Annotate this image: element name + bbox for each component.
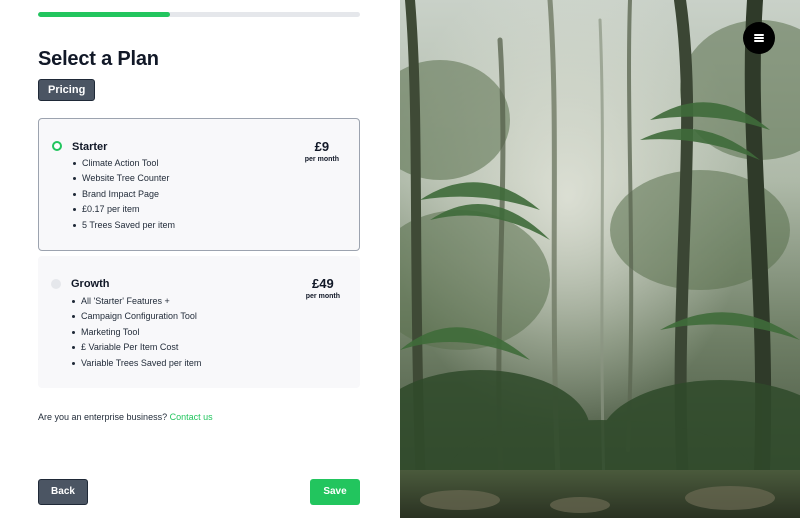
- plan-price: £49 per month: [306, 276, 340, 302]
- enterprise-prompt: Are you an enterprise business? Contact …: [38, 412, 213, 422]
- contact-us-link[interactable]: Contact us: [170, 412, 213, 422]
- feature-item: Variable Trees Saved per item: [72, 356, 201, 371]
- feature-item: £0.17 per item: [73, 202, 175, 217]
- hamburger-menu-icon: [754, 40, 764, 42]
- progress-bar-fill: [38, 12, 171, 17]
- radio-starter-selected-icon[interactable]: [52, 141, 62, 151]
- plan-selection-panel: Select a Plan Pricing Starter Climate Ac…: [0, 0, 400, 518]
- plan-name: Growth: [71, 278, 110, 290]
- back-button[interactable]: Back: [38, 479, 88, 505]
- enterprise-question: Are you an enterprise business?: [38, 412, 168, 422]
- feature-item: All 'Starter' Features +: [72, 294, 201, 309]
- feature-item: 5 Trees Saved per item: [73, 218, 175, 233]
- feature-item: Website Tree Counter: [73, 171, 175, 186]
- plan-card-growth[interactable]: Growth All 'Starter' Features + Campaign…: [38, 256, 360, 388]
- plan-price: £9 per month: [305, 139, 339, 165]
- feature-item: £ Variable Per Item Cost: [72, 340, 201, 355]
- feature-item: Marketing Tool: [72, 325, 201, 340]
- price-amount: £9: [314, 139, 330, 154]
- plan-card-starter[interactable]: Starter Climate Action Tool Website Tree…: [38, 118, 360, 251]
- feature-item: Campaign Configuration Tool: [72, 309, 201, 324]
- hamburger-menu-icon: [754, 37, 764, 39]
- feature-list: All 'Starter' Features + Campaign Config…: [72, 294, 201, 371]
- progress-bar: [38, 12, 360, 17]
- page-title: Select a Plan: [38, 48, 159, 70]
- pricing-tag: Pricing: [38, 79, 96, 101]
- plan-name: Starter: [72, 141, 108, 153]
- price-period: per month: [305, 293, 340, 300]
- feature-list: Climate Action Tool Website Tree Counter…: [73, 156, 175, 233]
- price-amount: £49: [312, 276, 334, 291]
- rainforest-photo: [400, 0, 800, 518]
- menu-button[interactable]: [743, 22, 775, 54]
- hamburger-menu-icon: [754, 34, 764, 36]
- price-period: per month: [304, 156, 339, 163]
- feature-item: Brand Impact Page: [73, 187, 175, 202]
- hero-image: [400, 0, 800, 518]
- radio-growth-unselected-icon[interactable]: [51, 279, 61, 289]
- feature-item: Climate Action Tool: [73, 156, 175, 171]
- save-button[interactable]: Save: [310, 479, 360, 505]
